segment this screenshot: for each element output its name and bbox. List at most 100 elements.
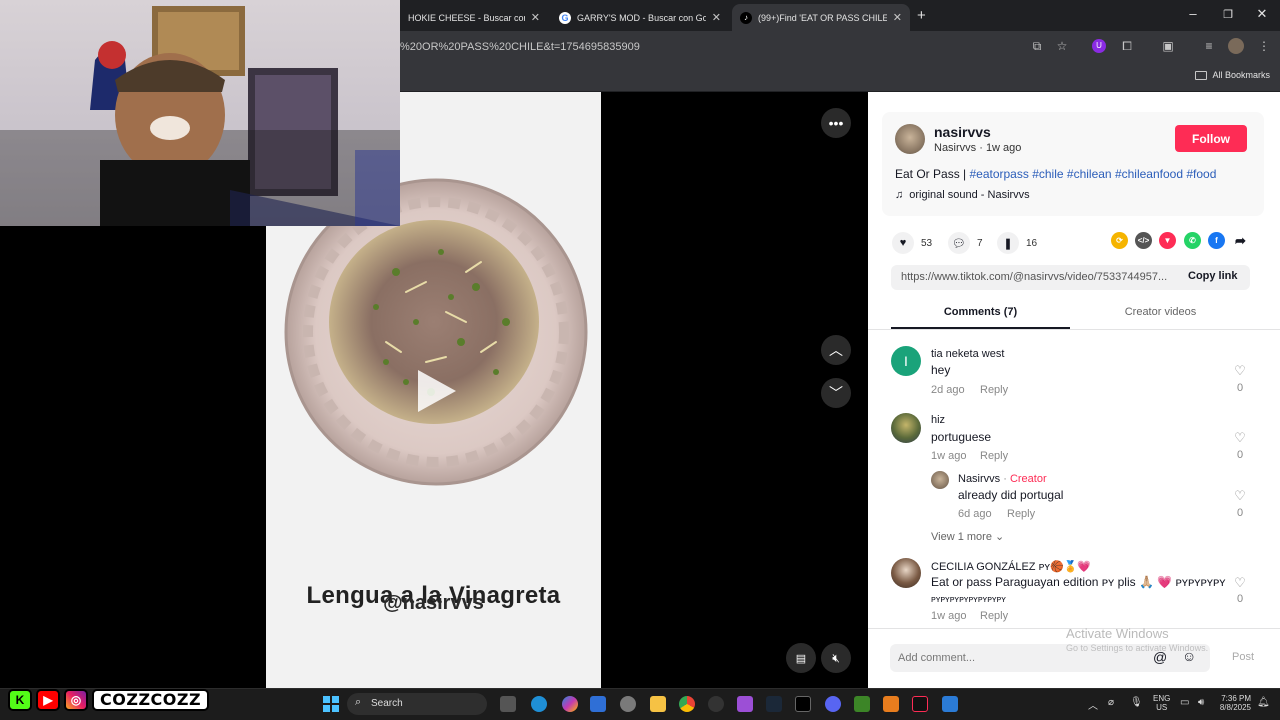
comment-text-continued: ᴘʏᴘʏᴘʏᴘʏᴘʏᴘʏᴘʏᴘʏ [931,594,1006,604]
commenter-avatar[interactable] [891,558,921,588]
hashtag-link[interactable]: #chileanfood [1115,167,1183,181]
commenter-name[interactable]: tia neketa west [931,348,1004,360]
reply-button[interactable]: Reply [980,450,1008,462]
discord-icon[interactable] [825,696,841,712]
file-explorer-icon[interactable] [650,696,666,712]
video-overlay-handle: @nasirvvs [383,592,484,614]
close-tab-icon[interactable]: ✕ [893,11,902,24]
commenter-name[interactable]: hiz [931,414,945,426]
reply-button[interactable]: Reply [980,384,1008,396]
save-button[interactable]: ❚ 16 [997,232,1037,254]
close-tab-icon[interactable]: ✕ [712,11,721,24]
author-name[interactable]: nasirvvs [934,124,991,140]
comment-like-heart-icon[interactable]: ♡ [1233,488,1247,504]
tray-overflow-chevron-icon[interactable]: ︿ [1088,697,1098,712]
hashtag-link[interactable]: #eatorpass [969,167,1028,181]
sound-link[interactable]: ♫ original sound - Nasirvvs [895,189,1030,201]
task-view-icon[interactable] [500,696,516,712]
post-comment-button[interactable]: Post [1232,651,1254,663]
obs-icon[interactable] [708,696,724,712]
reply-time: 6d ago [958,508,992,520]
volume-icon[interactable]: 🔊︎ [1198,697,1204,708]
extensions-puzzle-icon[interactable]: ⧠ [1119,38,1135,54]
edge-icon[interactable] [531,696,547,712]
app-icon[interactable] [737,696,753,712]
tab-search-icon[interactable]: ▣ [1160,38,1176,54]
close-tab-icon[interactable]: ✕ [531,11,540,24]
cast-icon[interactable]: ⧉ [1029,38,1045,54]
view-more-replies-button[interactable]: View 1 more ⌄ [931,530,1004,543]
steam-icon[interactable] [766,696,782,712]
comment-like-heart-icon[interactable]: ♡ [1233,363,1247,379]
hashtag-link[interactable]: #food [1186,167,1216,181]
repost-icon[interactable]: ⟳ [1111,232,1128,249]
reply-author[interactable]: Nasirvvs · Creator [958,473,1047,485]
media-control-icon[interactable]: ≡ [1201,38,1217,54]
extension-icon[interactable]: U [1092,39,1106,53]
comment-like-count: 0 [1236,507,1244,519]
author-avatar[interactable] [895,124,925,154]
next-video-chevron-down-icon[interactable]: ﹀ [821,378,851,408]
previous-video-chevron-up-icon[interactable]: ︿ [821,335,851,365]
mini-player-icon[interactable]: ▤ [786,643,816,673]
close-window-icon[interactable]: ✕ [1252,6,1272,22]
bookmark-star-icon[interactable]: ☆ [1054,38,1070,54]
restore-icon[interactable]: ❐ [1218,8,1238,21]
language-indicator[interactable]: ENG US [1153,694,1170,712]
creator-avatar[interactable] [931,471,949,489]
taskbar-search[interactable]: Search [347,693,487,715]
follow-button[interactable]: Follow [1175,125,1247,152]
activate-windows-subtext: Go to Settings to activate Windows. [1066,643,1209,653]
whatsapp-icon[interactable]: ✆ [1184,232,1201,249]
hashtag-link[interactable]: #chilean [1067,167,1112,181]
comment-like-count: 0 [1236,382,1244,394]
commenter-avatar[interactable] [891,413,921,443]
comment-like-heart-icon[interactable]: ♡ [1233,430,1247,446]
minimize-icon[interactable]: – [1183,6,1203,21]
copilot-icon[interactable] [562,696,578,712]
microphone-icon[interactable]: 🎙︎ [1130,697,1143,708]
epic-games-icon[interactable] [795,696,811,712]
address-bar[interactable]: %20OR%20PASS%20CHILE&t=1754695835909 [400,36,1050,58]
clock[interactable]: 7:36 PM 8/8/2025 [1219,694,1251,712]
tiktok-app-icon[interactable] [912,696,928,712]
app-icon[interactable] [883,696,899,712]
new-tab-icon[interactable]: + [917,7,926,24]
reply-author-name: Nasirvvs [958,473,1001,485]
app-icon[interactable] [942,696,958,712]
mute-icon[interactable]: 🔇︎ [821,643,851,673]
google-icon: G [559,11,571,24]
windows-start-icon[interactable] [323,696,339,712]
all-bookmarks-button[interactable]: All Bookmarks [1195,70,1270,80]
browser-tab-garrys-mod[interactable]: G GARRY'S MOD - Buscar con Googl ✕ [551,4,729,31]
share-arrow-icon[interactable]: ➦ [1232,232,1249,249]
copy-link-button[interactable]: Copy link [1188,270,1238,282]
browser-tab-hokie[interactable]: HOKIE CHEESE - Buscar con Googl ✕ [400,4,548,31]
tab-comments[interactable]: Comments (7) [891,306,1070,318]
minecraft-icon[interactable] [854,696,870,712]
hashtag-link[interactable]: #chile [1032,167,1063,181]
reply-button[interactable]: Reply [1007,508,1035,520]
facebook-icon[interactable]: f [1208,232,1225,249]
tab-creator-videos[interactable]: Creator videos [1071,306,1250,318]
embed-code-icon[interactable]: </> [1135,232,1152,249]
settings-gear-icon[interactable] [620,696,636,712]
region-label: US [1156,703,1168,712]
more-options-icon[interactable]: ••• [821,108,851,138]
commenter-name[interactable]: CECILIA GONZÁLEZ ᴘʏ🏀🏅💗 [931,560,1091,573]
commenter-avatar[interactable]: I [891,346,921,376]
send-to-friends-icon[interactable]: ▼ [1159,232,1176,249]
comment-like-heart-icon[interactable]: ♡ [1233,575,1247,591]
browser-tab-tiktok[interactable]: ♪ (99+)Find 'EAT OR PASS CHILE' on ✕ [732,4,910,31]
network-off-icon[interactable]: ⌀ [1108,697,1114,708]
reply-button[interactable]: Reply [980,610,1008,622]
menu-kebab-icon[interactable]: ⋮ [1256,38,1272,54]
profile-avatar[interactable] [1228,38,1244,54]
like-button[interactable]: ♥ 53 [892,232,932,254]
display-icon[interactable]: ▭ [1180,697,1189,708]
notifications-icon[interactable]: 🔔︎ [1257,697,1270,708]
view-more-label: View 1 more [931,531,992,543]
store-icon[interactable] [590,696,606,712]
chrome-icon[interactable] [679,696,695,712]
comment-button[interactable]: 💬︎ 7 [948,232,983,254]
